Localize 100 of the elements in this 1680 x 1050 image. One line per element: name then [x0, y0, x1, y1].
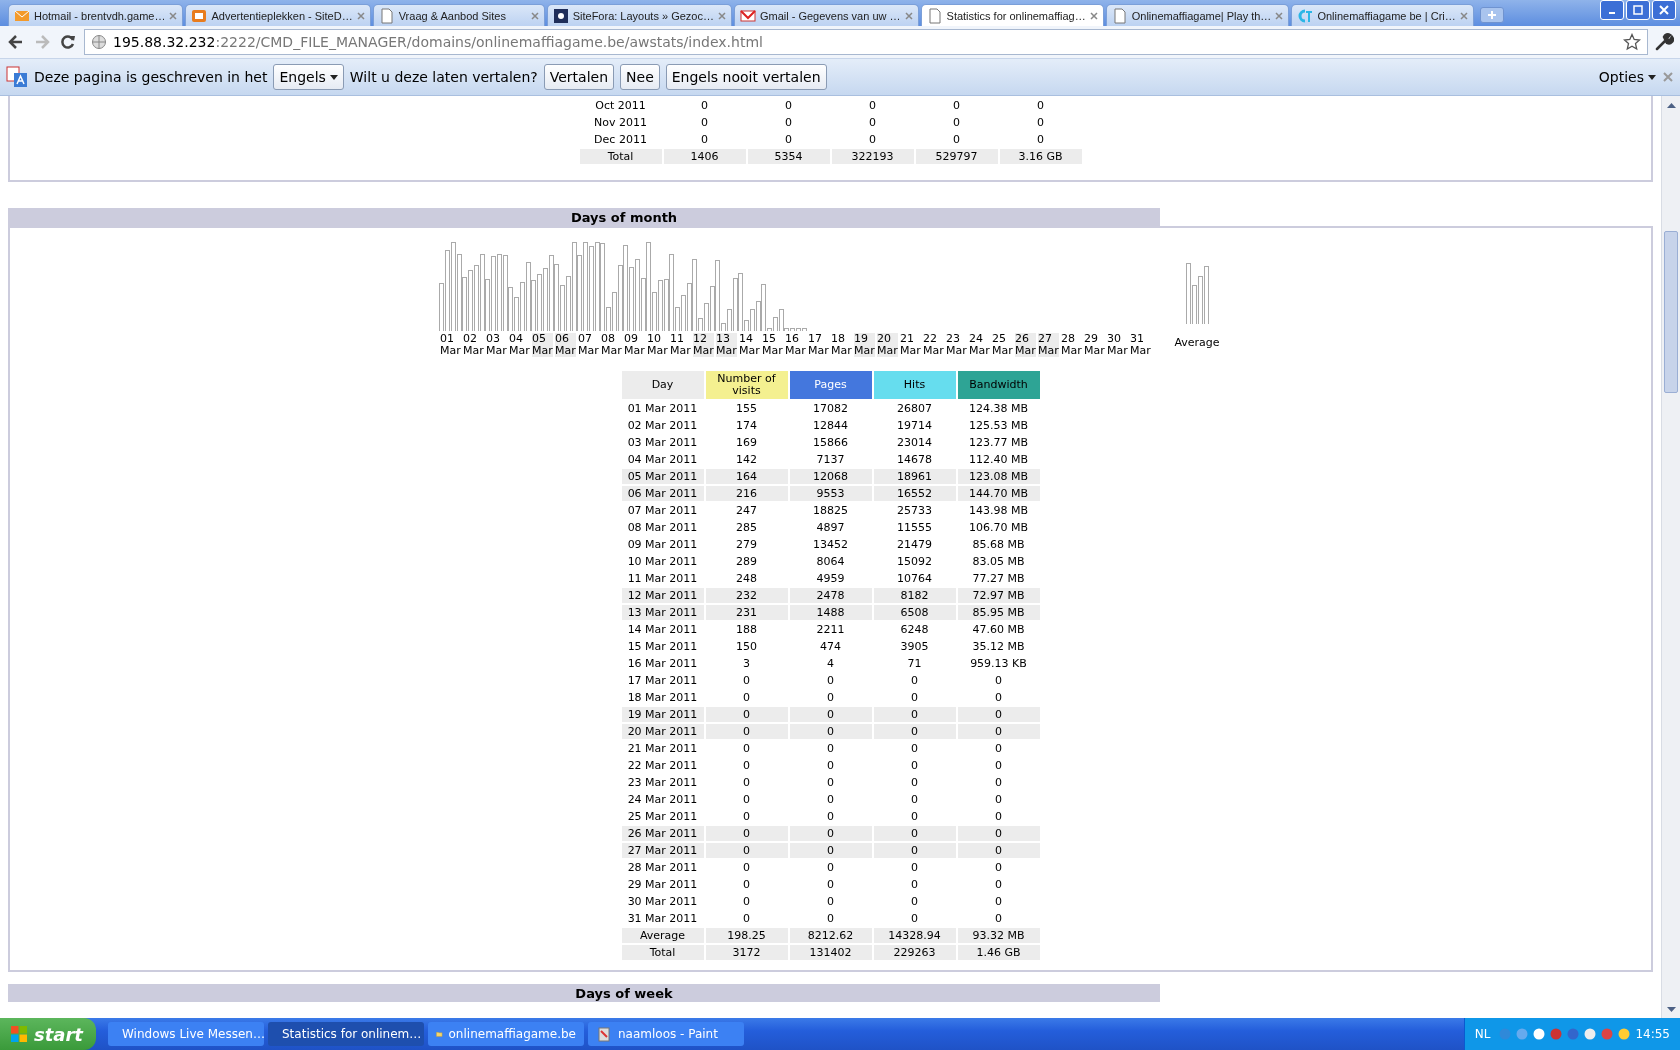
maximize-icon[interactable]: [1631, 3, 1645, 17]
tray-icon[interactable]: [1550, 1028, 1563, 1040]
table-cell-text: 0: [700, 132, 709, 147]
new-tab-button[interactable]: [1479, 7, 1504, 23]
infobar-button[interactable]: Vertalen: [543, 64, 615, 90]
close-icon[interactable]: [1657, 3, 1671, 17]
table-cell-text: 0: [868, 132, 877, 147]
table-cell-text: 0: [868, 98, 877, 113]
table-cell-text: 123.77 MB: [968, 435, 1029, 450]
table-cell-text: 01 Mar 2011: [626, 401, 699, 416]
browser-tab[interactable]: Onlinemaffiagame| Play th…: [1105, 4, 1290, 26]
language-dropdown[interactable]: Engels: [273, 64, 344, 90]
axis-label: 01 Mar: [440, 333, 461, 357]
close-icon[interactable]: [1459, 11, 1468, 20]
table-cell-text: 0: [994, 690, 1003, 705]
table-cell: 9553: [789, 486, 872, 501]
browser-tab[interactable]: SiteFora: Layouts » Gezoc…: [546, 4, 732, 26]
table-cell-text: 0: [910, 792, 919, 807]
scrollbar[interactable]: [1661, 96, 1680, 1018]
table-cell: 06 Mar 2011: [621, 486, 704, 501]
axis-label: 21 Mar: [900, 333, 921, 357]
table-cell-text: 0: [742, 775, 751, 790]
close-icon[interactable]: [169, 11, 178, 20]
tray-icon[interactable]: [1584, 1028, 1597, 1040]
table-cell-text: 0: [826, 758, 835, 773]
browser-tab[interactable]: Statistics for onlinemaffiag…: [920, 4, 1104, 26]
reload-icon[interactable]: [58, 32, 78, 52]
table-cell-text: 12844: [812, 418, 849, 433]
table-cell-text: 71: [906, 656, 923, 671]
tray-icon[interactable]: [1601, 1028, 1614, 1040]
table-cell-text: 0: [826, 877, 835, 892]
table-cell-text: 247: [735, 503, 758, 518]
taskbar-button[interactable]: Windows Live Messen…: [108, 1022, 264, 1046]
infobar-button[interactable]: Nee: [620, 64, 660, 90]
tray-icon[interactable]: [1567, 1028, 1580, 1040]
taskbar-button[interactable]: Statistics for onlinem…: [268, 1022, 424, 1046]
table-cell: 0: [789, 843, 872, 858]
table-cell: 26 Mar 2011: [621, 826, 704, 841]
table-cell-text: 0: [742, 741, 751, 756]
close-icon[interactable]: [1662, 71, 1674, 83]
table-cell: 18961: [873, 469, 956, 484]
axis-label: 09 Mar: [624, 333, 645, 357]
address-bar[interactable]: 195.88.32.232:2222/CMD_FILE_MANAGER/domains/onlinemaffiagame.be/awstats/index.html: [84, 29, 1648, 55]
table-cell-text: Oct 2011: [594, 98, 647, 113]
table-cell-text: 10 Mar 2011: [626, 554, 699, 569]
table-cell-text: 2211: [815, 622, 846, 637]
close-icon[interactable]: [356, 11, 365, 20]
table-cell: Total: [621, 945, 704, 960]
wrench-icon[interactable]: [1654, 32, 1674, 52]
scroll-up-icon[interactable]: [1666, 101, 1676, 108]
page-icon: [1111, 7, 1128, 24]
browser-tab[interactable]: Advertentieplekken - SiteD…: [185, 4, 371, 26]
scroll-down-icon[interactable]: [1666, 1006, 1676, 1013]
close-icon[interactable]: [904, 11, 913, 20]
table-cell-text: 47.60 MB: [971, 622, 1026, 637]
table-cell-text: Nov 2011: [593, 115, 648, 130]
browser-tab[interactable]: Hotmail - brentvdh.game…: [8, 4, 184, 26]
scroll-thumb[interactable]: [1664, 231, 1678, 393]
table-cell-text: 0: [700, 115, 709, 130]
table-cell-text: 24 Mar 2011: [626, 792, 699, 807]
browser-tab[interactable]: Onlinemaffiagame be | Cri…: [1291, 4, 1474, 26]
browser-tab[interactable]: Vraag & Aanbod Sites: [372, 4, 545, 26]
table-cell-text: 0: [1036, 98, 1045, 113]
close-icon[interactable]: [1275, 11, 1284, 20]
table-cell: 2478: [789, 588, 872, 603]
tray-icon[interactable]: [1533, 1028, 1546, 1040]
table-cell-text: 0: [868, 115, 877, 130]
table-cell-text: 21479: [896, 537, 933, 552]
table-cell: Average: [621, 928, 704, 943]
axis-label: 08 Mar: [601, 333, 622, 357]
options-menu[interactable]: Opties: [1598, 69, 1656, 85]
axis-label: 14 Mar: [739, 333, 760, 357]
table-cell: 0: [957, 724, 1040, 739]
table-cell: 144.70 MB: [957, 486, 1040, 501]
table-cell-text: 0: [910, 911, 919, 926]
infobar-button[interactable]: Engels nooit vertalen: [665, 64, 827, 90]
close-icon[interactable]: [530, 11, 539, 20]
table-cell-text: 0: [910, 877, 919, 892]
table-cell-text: 17 Mar 2011: [626, 673, 699, 688]
browser-tab[interactable]: Gmail - Gegevens van uw …: [733, 4, 919, 26]
table-cell-text: 22 Mar 2011: [626, 758, 699, 773]
table-cell: 72.97 MB: [957, 588, 1040, 603]
table-cell: 198.25: [705, 928, 788, 943]
table-cell-text: 0: [784, 132, 793, 147]
taskbar-button[interactable]: onlinemaffiagame.be: [428, 1022, 584, 1046]
table-cell: 0: [789, 724, 872, 739]
close-icon[interactable]: [717, 11, 726, 20]
column-header: Bandwidth: [957, 371, 1040, 399]
table-cell-text: 23 Mar 2011: [626, 775, 699, 790]
axis-label: 20 Mar: [877, 333, 898, 357]
page-icon: [378, 7, 395, 24]
star-icon[interactable]: [1623, 33, 1641, 51]
axis-label: 05 Mar: [532, 333, 553, 357]
tray-icon[interactable]: [1618, 1028, 1631, 1040]
table-cell-text: 0: [742, 758, 751, 773]
table-cell-text: 04 Mar 2011: [626, 452, 699, 467]
close-icon[interactable]: [1089, 11, 1098, 20]
taskbar-button[interactable]: naamloos - Paint: [588, 1022, 744, 1046]
table-cell: 529797: [915, 149, 998, 164]
paint-icon: [596, 1026, 612, 1042]
